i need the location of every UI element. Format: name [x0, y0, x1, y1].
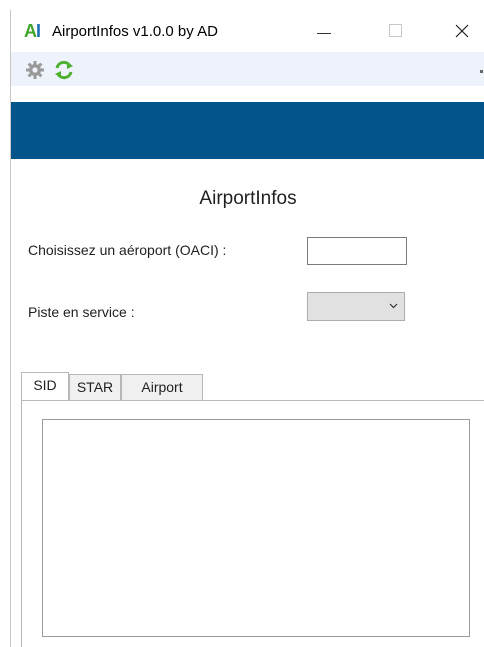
window-title: AirportInfos v1.0.0 by AD [52, 23, 218, 40]
tab-star[interactable]: STAR [69, 374, 121, 400]
tab-airport[interactable]: Airport [121, 374, 203, 400]
oaci-label: Choisissez un aéroport (OACI) : [28, 242, 227, 258]
minimize-button[interactable] [301, 10, 347, 52]
close-button[interactable] [439, 10, 484, 52]
sid-listbox[interactable] [42, 419, 470, 637]
app-window: AI AirportInfos v1.0.0 by AD AirportInfo… [10, 10, 484, 647]
maximize-button[interactable] [373, 10, 419, 52]
oaci-input[interactable] [307, 237, 407, 265]
header-banner [11, 102, 484, 159]
gear-icon [26, 61, 44, 79]
refresh-icon [55, 60, 73, 80]
piste-label: Piste en service : [28, 304, 135, 320]
chevron-down-icon [389, 303, 398, 309]
piste-select[interactable] [307, 292, 405, 321]
close-icon [455, 24, 469, 38]
app-logo-icon: AI [24, 21, 41, 41]
title-bar[interactable]: AI AirportInfos v1.0.0 by AD [11, 10, 484, 52]
tab-sid[interactable]: SID [21, 372, 69, 400]
page-title: AirportInfos [199, 188, 297, 209]
settings-button[interactable] [24, 59, 46, 81]
refresh-button[interactable] [53, 59, 75, 81]
toolbar-overflow-indicator [480, 70, 483, 73]
toolbar [11, 52, 484, 86]
tab-panel-sid [21, 400, 484, 647]
